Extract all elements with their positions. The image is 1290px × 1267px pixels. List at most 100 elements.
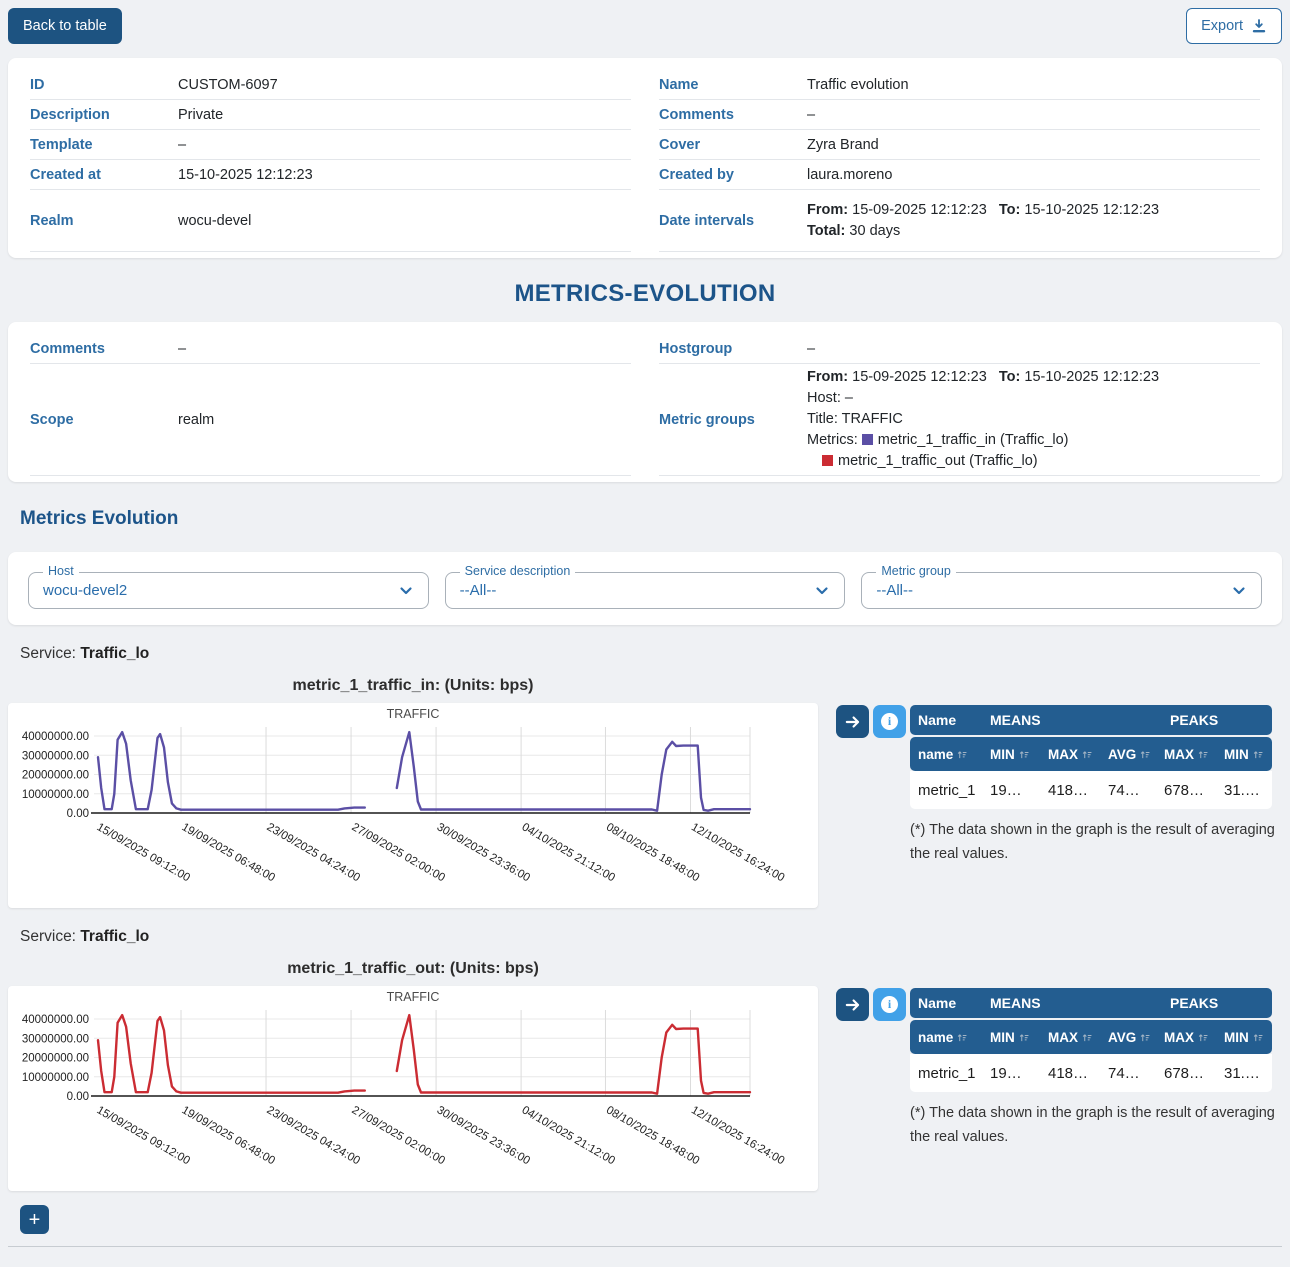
- sort-column-peaks-max[interactable]: MAX: [1156, 1020, 1216, 1054]
- svg-text:27/09/2025 02:00:00: 27/09/2025 02:00:00: [350, 1104, 447, 1167]
- chart-info-button[interactable]: i: [873, 705, 906, 738]
- to-label: To:: [999, 202, 1020, 218]
- svg-text:0.00: 0.00: [67, 1091, 89, 1103]
- expand-chart-button[interactable]: [836, 988, 869, 1021]
- comments-value: –: [807, 107, 815, 123]
- bottom-divider: [8, 1246, 1282, 1247]
- back-to-table-button[interactable]: Back to table: [8, 8, 122, 44]
- service-description-select[interactable]: Service description --All--: [445, 572, 846, 609]
- info-row-description: Description Private: [30, 100, 631, 130]
- name-label: Name: [659, 77, 807, 93]
- created-at-label: Created at: [30, 167, 178, 183]
- details-row-metric-groups: Metric groups From: 15-09-2025 12:12:23 …: [659, 364, 1260, 476]
- report-info-left-column: ID CUSTOM-6097 Description Private Templ…: [30, 70, 631, 252]
- info-row-id: ID CUSTOM-6097: [30, 70, 631, 100]
- sort-column-means-avg[interactable]: AVG: [1100, 737, 1156, 771]
- from-label: From:: [807, 202, 848, 218]
- mg-to-label: To:: [999, 369, 1020, 385]
- svg-text:27/09/2025 02:00:00: 27/09/2025 02:00:00: [350, 821, 447, 884]
- report-info-right-column: Name Traffic evolution Comments – Cover …: [659, 70, 1260, 252]
- created-at-value: 15-10-2025 12:12:23: [178, 167, 313, 183]
- sort-column-means-max[interactable]: MAX: [1040, 737, 1100, 771]
- arrow-right-icon: [844, 713, 862, 731]
- add-metric-group-button[interactable]: +: [20, 1205, 49, 1234]
- metric-groups-label: Metric groups: [659, 412, 807, 428]
- host-select[interactable]: Host wocu-devel2: [28, 572, 429, 609]
- metric-out-name: metric_1_traffic_out (Traffic_lo): [838, 453, 1038, 469]
- comments-label: Comments: [659, 107, 807, 123]
- svg-text:23/09/2025 04:24:00: 23/09/2025 04:24:00: [265, 821, 362, 884]
- details-comments-value: –: [178, 341, 186, 357]
- traffic-in-color-swatch: [862, 434, 873, 445]
- stats-header-peaks: PEAKS: [1156, 705, 1272, 735]
- page: Back to table Export ID CUSTOM-6097 Desc…: [0, 0, 1290, 1267]
- info-row-created-by: Created by laura.moreno: [659, 160, 1260, 190]
- stats-header-means: MEANS: [982, 988, 1156, 1018]
- chart-heading-traffic-in: metric_1_traffic_in: (Units: bps): [8, 677, 818, 695]
- info-row-cover: Cover Zyra Brand: [659, 130, 1260, 160]
- metric-group-select[interactable]: Metric group --All--: [861, 572, 1262, 609]
- svg-text:04/10/2025 21:12:00: 04/10/2025 21:12:00: [520, 1104, 617, 1167]
- download-icon: [1251, 18, 1267, 34]
- sort-column-name[interactable]: name: [910, 737, 982, 771]
- info-icon: i: [881, 996, 898, 1013]
- top-bar: Back to table Export: [8, 8, 1282, 44]
- sort-column-name[interactable]: name: [910, 1020, 982, 1054]
- svg-text:30/09/2025 23:36:00: 30/09/2025 23:36:00: [435, 821, 532, 884]
- svg-text:40000000.00: 40000000.00: [22, 1014, 89, 1026]
- to-value: 15-10-2025 12:12:23: [1024, 202, 1159, 218]
- scope-label: Scope: [30, 412, 178, 428]
- metric-block-traffic-in: Service: Traffic_lo metric_1_traffic_in:…: [8, 645, 1282, 908]
- metrics-evolution-section-title: METRICS-EVOLUTION: [8, 280, 1282, 308]
- stats-value-name: metric_1: [910, 771, 982, 809]
- created-by-value: laura.moreno: [807, 167, 892, 183]
- stats-column-header: name MIN MAX AVG MAX MIN: [910, 737, 1272, 771]
- realm-value: wocu-devel: [178, 213, 251, 229]
- export-button-label: Export: [1201, 18, 1243, 34]
- chevron-down-icon: [1231, 583, 1247, 599]
- date-intervals-value: From: 15-09-2025 12:12:23 To: 15-10-2025…: [807, 200, 1159, 242]
- export-button[interactable]: Export: [1186, 8, 1282, 44]
- details-row-comments: Comments –: [30, 334, 631, 364]
- sort-column-peaks-min[interactable]: MIN: [1216, 1020, 1272, 1054]
- template-value: –: [178, 137, 186, 153]
- svg-text:04/10/2025 21:12:00: 04/10/2025 21:12:00: [520, 821, 617, 884]
- expand-chart-button[interactable]: [836, 705, 869, 738]
- sort-column-peaks-min[interactable]: MIN: [1216, 737, 1272, 771]
- info-row-comments: Comments –: [659, 100, 1260, 130]
- sort-column-means-max[interactable]: MAX: [1040, 1020, 1100, 1054]
- svg-text:30000000.00: 30000000.00: [22, 750, 89, 762]
- stats-value-peaks-max: 678…: [1156, 771, 1216, 809]
- service-description-select-value: --All--: [460, 582, 815, 599]
- total-label: Total:: [807, 223, 845, 239]
- details-right-column: Hostgroup – Metric groups From: 15-09-20…: [659, 334, 1260, 476]
- filters-card: Host wocu-devel2 Service description --A…: [8, 552, 1282, 625]
- svg-text:19/09/2025 06:48:00: 19/09/2025 06:48:00: [180, 821, 277, 884]
- id-value: CUSTOM-6097: [178, 77, 278, 93]
- details-row-hostgroup: Hostgroup –: [659, 334, 1260, 364]
- svg-text:08/10/2025 18:48:00: 08/10/2025 18:48:00: [604, 1104, 701, 1167]
- sort-column-means-min[interactable]: MIN: [982, 1020, 1040, 1054]
- total-value: 30 days: [849, 223, 900, 239]
- sort-column-means-avg[interactable]: AVG: [1100, 1020, 1156, 1054]
- mg-from-value: 15-09-2025 12:12:23: [852, 369, 987, 385]
- chevron-down-icon: [814, 583, 830, 599]
- stats-value-peaks-min: 31.…: [1216, 771, 1272, 809]
- id-label: ID: [30, 77, 178, 93]
- sort-column-peaks-max[interactable]: MAX: [1156, 737, 1216, 771]
- host-select-value: wocu-devel2: [43, 582, 398, 599]
- cover-value: Zyra Brand: [807, 137, 879, 153]
- stats-row: metric_1 19… 418… 74… 678… 31.…: [910, 771, 1272, 809]
- metrics-evolution-heading: Metrics Evolution: [20, 508, 1282, 530]
- service-name: Traffic_lo: [80, 645, 149, 662]
- from-value: 15-09-2025 12:12:23: [852, 202, 987, 218]
- service-line: Service: Traffic_lo: [20, 645, 1282, 663]
- sort-icon: [1019, 1032, 1030, 1043]
- stats-header-peaks: PEAKS: [1156, 988, 1272, 1018]
- info-row-created-at: Created at 15-10-2025 12:12:23: [30, 160, 631, 190]
- chart-info-button[interactable]: i: [873, 988, 906, 1021]
- metrics-label: Metrics:: [807, 432, 858, 448]
- stats-panel-traffic-out: Name MEANS PEAKS name MIN MAX AVG MAX MI…: [910, 988, 1272, 1150]
- details-row-scope: Scope realm: [30, 364, 631, 476]
- sort-column-means-min[interactable]: MIN: [982, 737, 1040, 771]
